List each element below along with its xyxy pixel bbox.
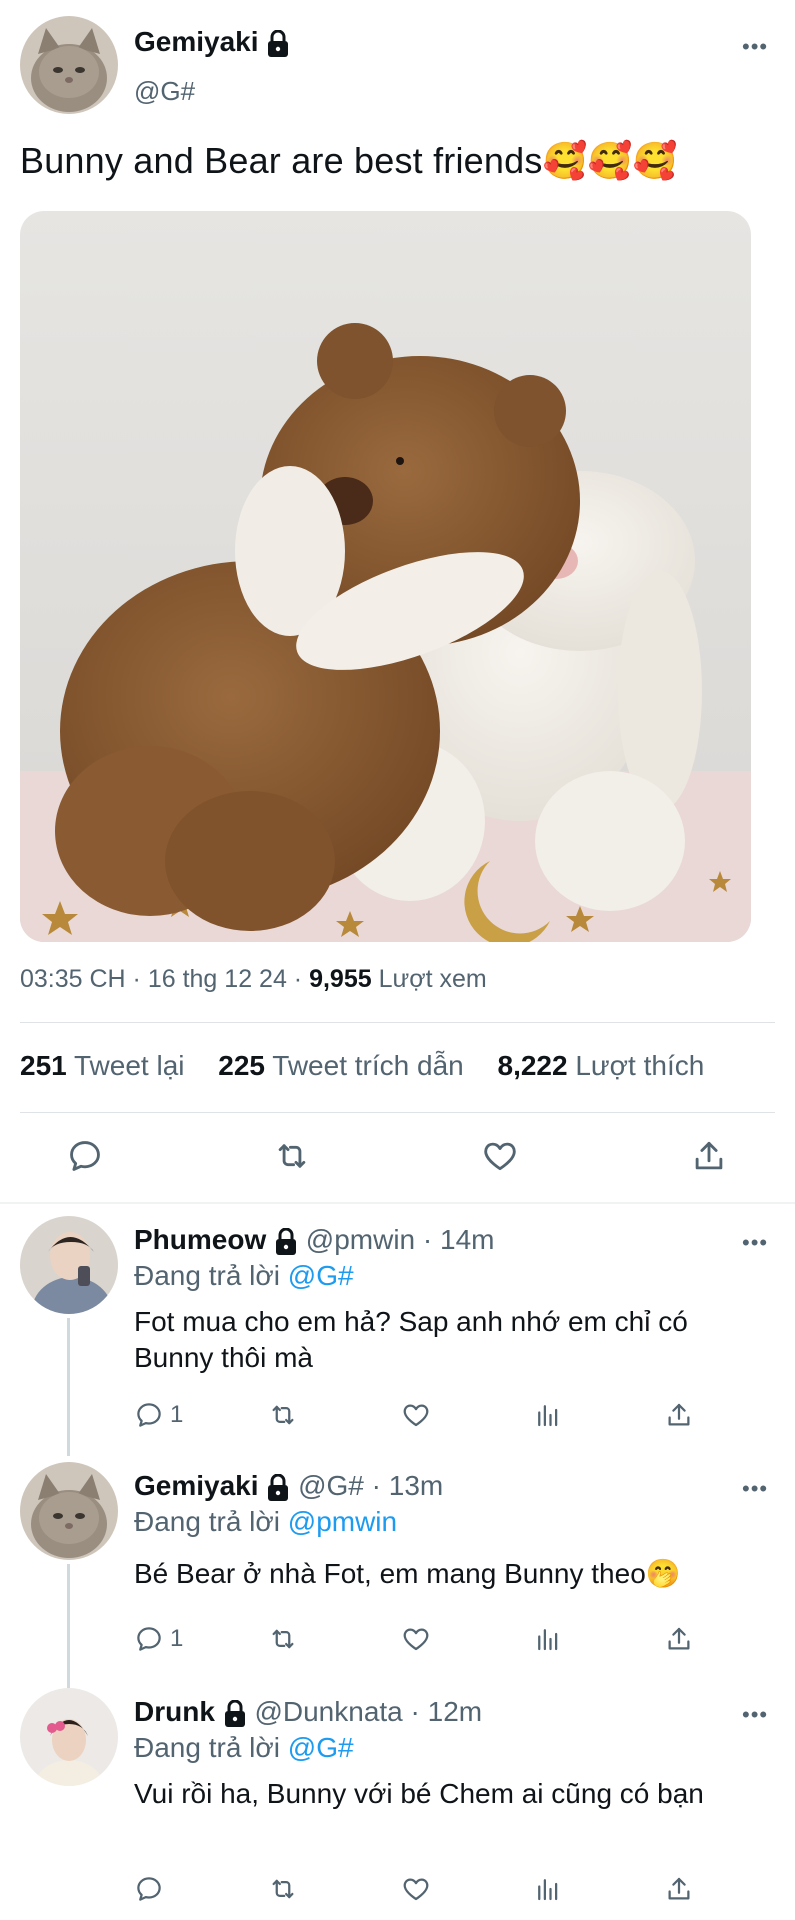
author-name[interactable]: Gemiyaki <box>134 26 259 57</box>
tweet-meta: 03:35 CH · 16 thg 12 24 · 9,955 Lượt xem <box>20 965 487 994</box>
views-icon <box>538 1629 558 1651</box>
mention-link[interactable]: @G# <box>288 1732 354 1763</box>
retweet-button[interactable] <box>268 1874 298 1904</box>
tweet-stats: 251 Tweet lại 225 Tweet trích dẫn 8,222 … <box>20 1050 704 1082</box>
like-icon <box>403 1404 429 1427</box>
more-icon[interactable]: ••• <box>742 1704 768 1726</box>
like-icon <box>484 1142 516 1171</box>
reply-button[interactable] <box>66 1137 104 1175</box>
retweet-button[interactable] <box>268 1400 298 1430</box>
share-button[interactable] <box>690 1137 728 1175</box>
section-separator <box>0 1202 795 1204</box>
reply-button[interactable]: 1 <box>134 1624 183 1654</box>
reply-count: 1 <box>170 1401 184 1428</box>
author-name-row[interactable]: Gemiyaki <box>134 26 290 58</box>
reply-author-handle[interactable]: @Dunknata <box>254 1696 402 1727</box>
replying-to: Đang trả lời @G# <box>134 1260 354 1291</box>
reply-author-handle[interactable]: @G# <box>298 1470 364 1501</box>
like-button[interactable] <box>401 1874 431 1904</box>
reply-icon <box>137 1627 161 1651</box>
reply-tweet[interactable]: Gemiyaki @G# · 13m ••• Đang trả lời @pmw… <box>0 1456 795 1682</box>
photo-teddy-bear-hugging-bunny <box>20 211 751 942</box>
reply-text: Fot mua cho em hả? Sap anh nhớ em chỉ có… <box>134 1306 688 1373</box>
like-button[interactable] <box>481 1137 519 1175</box>
reply-time[interactable]: · 14m <box>415 1224 495 1255</box>
reply-author-name[interactable]: Phumeow <box>134 1224 266 1255</box>
retweets-stat[interactable]: 251 Tweet lại <box>20 1050 185 1081</box>
more-icon[interactable]: ••• <box>742 36 768 58</box>
reply-tweet[interactable]: Drunk @Dunknata · 12m ••• Đang trả lời @… <box>0 1682 795 1920</box>
reply-time[interactable]: · 13m <box>364 1470 444 1501</box>
reply-icon <box>137 1403 161 1427</box>
share-button[interactable] <box>664 1624 694 1654</box>
retweet-icon <box>272 1405 294 1425</box>
views-button[interactable] <box>533 1874 563 1904</box>
share-icon <box>695 1141 723 1170</box>
reply-button[interactable] <box>134 1874 170 1904</box>
views-button[interactable] <box>533 1400 563 1430</box>
views-count[interactable]: 9,955 <box>309 965 372 993</box>
replying-to: Đang trả lời @G# <box>134 1732 354 1763</box>
lock-icon <box>224 1699 245 1727</box>
mention-link[interactable]: @G# <box>288 1260 354 1291</box>
reply-author-avatar[interactable] <box>20 1216 118 1314</box>
mention-link[interactable]: @pmwin <box>288 1506 397 1537</box>
reply-author-avatar[interactable] <box>20 1462 118 1560</box>
reply-author-name[interactable]: Gemiyaki <box>134 1470 259 1501</box>
divider <box>20 1112 775 1113</box>
like-button[interactable] <box>401 1400 431 1430</box>
reply-icon <box>70 1141 100 1171</box>
retweet-icon <box>272 1629 294 1649</box>
divider <box>20 1022 775 1023</box>
views-icon <box>538 1405 558 1427</box>
reply-author-avatar[interactable] <box>20 1688 118 1786</box>
retweet-button[interactable] <box>268 1624 298 1654</box>
reply-author-name[interactable]: Drunk <box>134 1696 215 1727</box>
reply-text: Bé Bear ở nhà Fot, em mang Bunny theo🤭 <box>134 1558 681 1589</box>
reply-button[interactable]: 1 <box>134 1400 183 1430</box>
like-button[interactable] <box>401 1624 431 1654</box>
more-icon[interactable]: ••• <box>742 1232 768 1254</box>
retweet-button[interactable] <box>273 1137 311 1175</box>
share-icon <box>668 1627 690 1650</box>
author-avatar[interactable] <box>20 16 118 114</box>
quotes-stat[interactable]: 225 Tweet trích dẫn <box>218 1050 463 1081</box>
reply-time[interactable]: · 12m <box>403 1696 483 1727</box>
retweet-icon <box>278 1144 306 1168</box>
share-button[interactable] <box>664 1400 694 1430</box>
reply-icon <box>137 1877 161 1901</box>
views-label: Lượt xem <box>371 965 487 993</box>
author-handle[interactable]: @G# <box>134 76 195 107</box>
reply-count: 1 <box>170 1625 184 1652</box>
likes-stat[interactable]: 8,222 Lượt thích <box>498 1050 705 1081</box>
reply-author-handle[interactable]: @pmwin <box>306 1224 415 1255</box>
replying-to: Đang trả lời @pmwin <box>134 1506 398 1537</box>
reply-header: Drunk @Dunknata · 12m <box>134 1696 482 1728</box>
tweet-text: Bunny and Bear are best friends🥰🥰🥰 <box>20 140 678 181</box>
tweet-time[interactable]: 03:35 CH · 16 thg 12 24 · <box>20 965 309 993</box>
lock-icon <box>276 1227 297 1255</box>
views-button[interactable] <box>533 1624 563 1654</box>
share-button[interactable] <box>664 1874 694 1904</box>
views-icon <box>538 1879 558 1901</box>
reply-tweet[interactable]: Phumeow @pmwin · 14m ••• Đang trả lời @G… <box>0 1210 795 1455</box>
more-icon[interactable]: ••• <box>742 1478 768 1500</box>
like-icon <box>403 1878 429 1901</box>
reply-text: Vui rồi ha, Bunny với bé Chem ai cũng có… <box>134 1778 704 1809</box>
like-icon <box>403 1628 429 1651</box>
reply-header: Phumeow @pmwin · 14m <box>134 1224 495 1256</box>
lock-icon <box>268 29 289 57</box>
lock-icon <box>268 1473 289 1501</box>
share-icon <box>668 1403 690 1426</box>
share-icon <box>668 1877 690 1900</box>
tweet-media[interactable] <box>20 211 751 942</box>
retweet-icon <box>272 1879 294 1899</box>
reply-header: Gemiyaki @G# · 13m <box>134 1470 443 1502</box>
